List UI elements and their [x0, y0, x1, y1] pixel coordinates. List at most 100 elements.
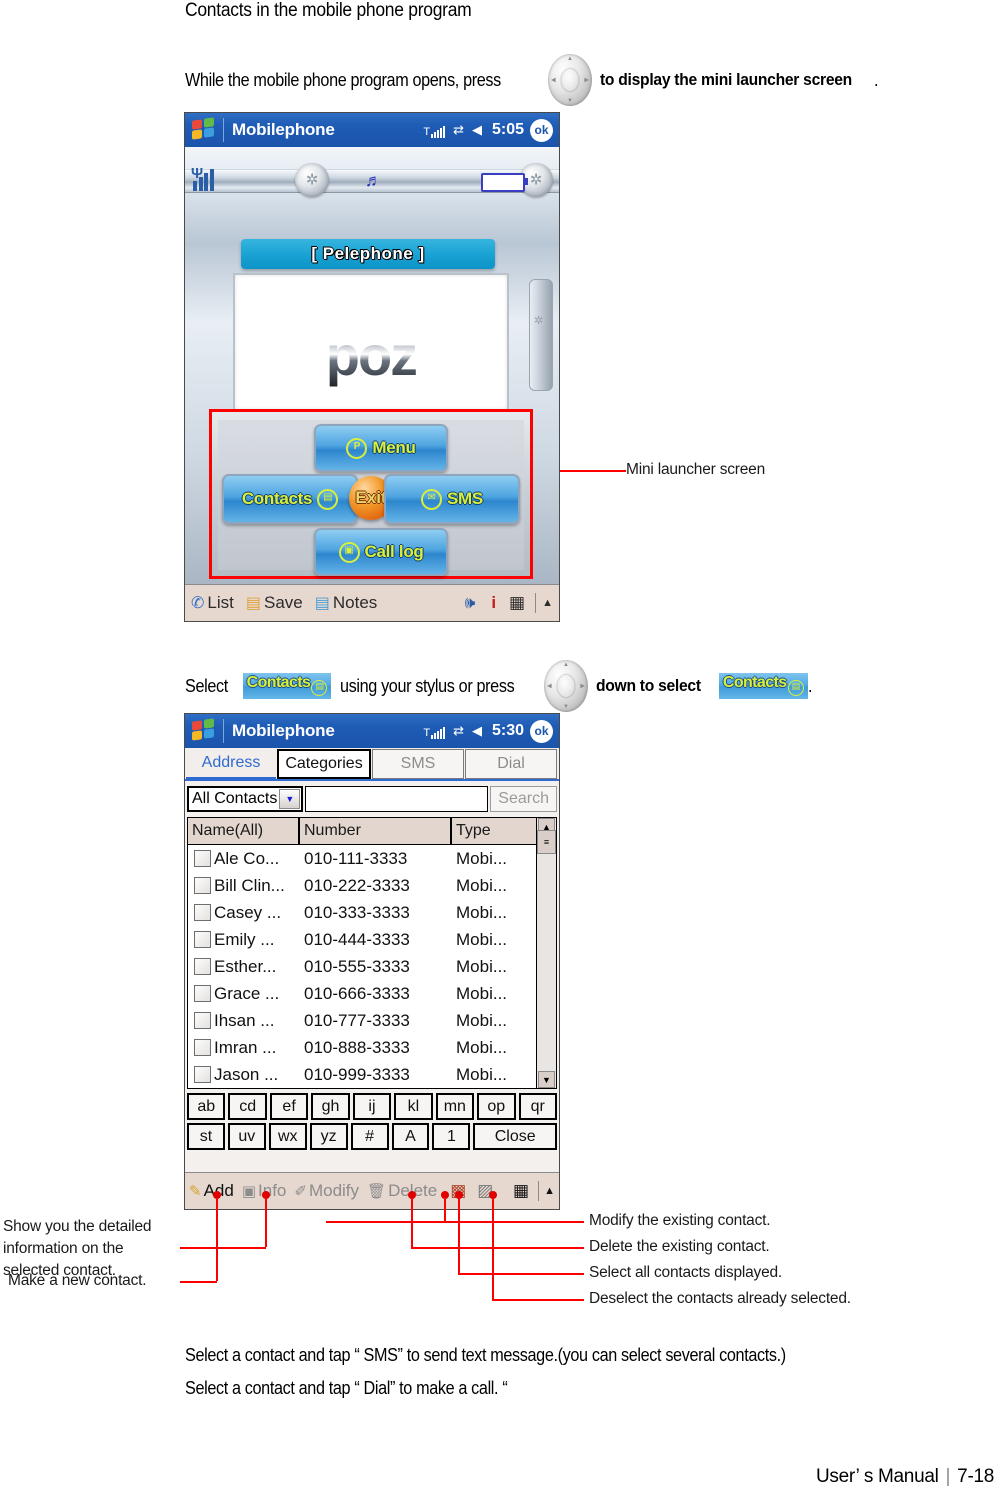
keypad-key-ef[interactable]: ef — [269, 1093, 309, 1120]
signal-strength-icon-2[interactable]: T — [423, 724, 446, 739]
row-checkbox[interactable] — [194, 958, 211, 975]
page-heading: Contacts in the mobile phone program — [185, 0, 472, 21]
windows-mobile-logo-icon-2 — [191, 718, 217, 743]
keypad-key-#[interactable]: # — [350, 1123, 389, 1150]
column-header-name[interactable]: Name(All) — [188, 818, 300, 844]
table-row[interactable]: Grace ... 010-666-3333 Mobi... — [188, 980, 536, 1007]
keypad-key-1[interactable]: 1 — [432, 1123, 471, 1150]
list-command[interactable]: ✆ List — [191, 593, 234, 613]
keypad-close-button[interactable]: Close — [473, 1123, 558, 1150]
callout-mini-launcher: Mini launcher screen — [626, 461, 766, 478]
select-text-before: Select — [185, 675, 228, 696]
row-checkbox[interactable] — [194, 1012, 211, 1029]
launcher-exit-label: Exit — [355, 488, 387, 507]
keyboard-icon-2[interactable]: ▦ — [513, 1181, 529, 1201]
tab-dial-label: Dial — [497, 755, 525, 772]
add-command[interactable]: ✎ Add — [189, 1181, 234, 1201]
launcher-sms-label: SMS — [447, 489, 483, 508]
keypad-key-ij[interactable]: ij — [352, 1093, 392, 1120]
tab-dial[interactable]: Dial — [465, 749, 557, 779]
ok-button[interactable]: ok — [530, 118, 553, 142]
search-input[interactable] — [305, 786, 489, 812]
column-header-number[interactable]: Number — [300, 818, 452, 844]
search-button[interactable]: Search — [490, 786, 557, 812]
row-checkbox[interactable] — [194, 931, 211, 948]
tab-categories-label: Categories — [285, 755, 363, 772]
table-row[interactable]: Ihsan ... 010-777-3333 Mobi... — [188, 1007, 536, 1034]
contacts-table-header: Name(All) Number Type — [188, 818, 536, 845]
row-checkbox[interactable] — [194, 1066, 211, 1083]
keypad-key-mn[interactable]: mn — [435, 1093, 475, 1120]
table-row[interactable]: Bill Clin... 010-222-3333 Mobi... — [188, 872, 536, 899]
device2-clock[interactable]: 5:30 — [492, 722, 524, 740]
tab-categories[interactable]: Categories — [277, 749, 371, 779]
row-checkbox[interactable] — [194, 1039, 211, 1056]
scroll-thumb[interactable]: ≡ — [537, 830, 556, 854]
table-row[interactable]: Emily ... 010-444-3333 Mobi... — [188, 926, 536, 953]
contacts-chip-2: Contacts ▤ — [718, 673, 808, 699]
table-row[interactable]: Jason ... 010-999-3333 Mobi... — [188, 1061, 536, 1088]
table-row[interactable]: Casey ... 010-333-3333 Mobi... — [188, 899, 536, 926]
modify-command[interactable]: ✐ Modify — [294, 1181, 359, 1201]
cell-type: Mobi... — [456, 929, 508, 949]
tab-address[interactable]: Address — [186, 749, 276, 779]
keypad-key-yz[interactable]: yz — [309, 1123, 348, 1150]
cell-type: Mobi... — [456, 848, 508, 868]
chevron-up-icon-2[interactable]: ▲ — [544, 1185, 555, 1197]
row-checkbox[interactable] — [194, 985, 211, 1002]
keypad-key-ab[interactable]: ab — [187, 1093, 226, 1120]
speaker-icon[interactable]: 🕪 — [465, 593, 476, 613]
notes-command[interactable]: ▤ Notes — [315, 593, 378, 613]
keyboard-icon[interactable]: ▦ — [509, 593, 525, 613]
connectivity-icon-2[interactable]: ⇄ — [453, 723, 464, 739]
table-row[interactable]: Ale Co... 010-111-3333 Mobi... — [188, 845, 536, 872]
connectivity-icon[interactable]: ⇄ — [453, 122, 464, 138]
contacts-filter-dropdown[interactable]: All Contacts ▼ — [187, 786, 304, 812]
device1-clock[interactable]: 5:05 — [492, 121, 524, 139]
cell-type: Mobi... — [456, 902, 508, 922]
intro-text-bold: to display the mini launcher screen — [600, 70, 852, 89]
info-icon[interactable]: i — [491, 593, 496, 613]
cell-name: Casey ... — [188, 903, 300, 923]
launcher-sms-button[interactable]: ✉ SMS — [384, 474, 520, 524]
row-checkbox[interactable] — [194, 904, 211, 921]
launcher-calllog-button[interactable]: ▣ Call log — [314, 528, 448, 576]
keypad-key-wx[interactable]: wx — [268, 1123, 307, 1150]
cell-type: Mobi... — [456, 1010, 508, 1030]
save-command[interactable]: ▤ Save — [246, 593, 303, 613]
launcher-menu-button[interactable]: P Menu — [314, 424, 448, 472]
table-row[interactable]: Imran ... 010-888-3333 Mobi... — [188, 1034, 536, 1061]
keypad-key-uv[interactable]: uv — [227, 1123, 266, 1150]
nav-up-arrow-icon: ▲ — [567, 56, 573, 62]
keypad-key-kl[interactable]: kl — [394, 1093, 433, 1120]
keypad-key-op[interactable]: op — [477, 1093, 516, 1120]
cmdbar-divider — [535, 593, 537, 613]
callout-v-add — [216, 1199, 218, 1281]
volume-icon[interactable]: ◀ — [472, 122, 482, 138]
keypad-key-gh[interactable]: gh — [311, 1093, 350, 1120]
cell-name: Ale Co... — [188, 849, 300, 869]
tab-sms[interactable]: SMS — [372, 749, 464, 779]
tab-sms-label: SMS — [400, 755, 436, 772]
contacts-table-scrollbar[interactable]: ▲ ≡ ▼ — [536, 818, 556, 1088]
contacts-table-body: Ale Co... 010-111-3333 Mobi... Bill Clin...… — [188, 845, 536, 1088]
keypad-key-cd[interactable]: cd — [228, 1093, 267, 1120]
ok-button-2[interactable]: ok — [530, 719, 553, 743]
chevron-up-icon[interactable]: ▲ — [542, 597, 553, 609]
device2-titlebar: Mobilephone T ⇄ ◀ 5:30 ok — [185, 714, 559, 748]
row-checkbox[interactable] — [194, 877, 211, 894]
scroll-down-button[interactable]: ▼ — [538, 1071, 555, 1088]
cell-number: 010-555-3333 — [304, 956, 410, 976]
callout-deselect: Deselect the contacts already selected. — [589, 1290, 851, 1307]
delete-command[interactable]: 🗑 Delete — [367, 1181, 437, 1201]
volume-icon-2[interactable]: ◀ — [472, 723, 482, 739]
column-header-type[interactable]: Type — [452, 818, 536, 844]
keypad-key-qr[interactable]: qr — [518, 1093, 557, 1120]
keypad-key-A[interactable]: A — [391, 1123, 430, 1150]
keypad-key-st[interactable]: st — [187, 1123, 225, 1150]
launcher-contacts-button[interactable]: Contacts ▤ — [222, 474, 358, 524]
table-row[interactable]: Esther... 010-555-3333 Mobi... — [188, 953, 536, 980]
signal-strength-icon[interactable]: T — [423, 123, 446, 138]
chevron-down-icon[interactable]: ▼ — [279, 789, 301, 809]
row-checkbox[interactable] — [194, 850, 211, 867]
